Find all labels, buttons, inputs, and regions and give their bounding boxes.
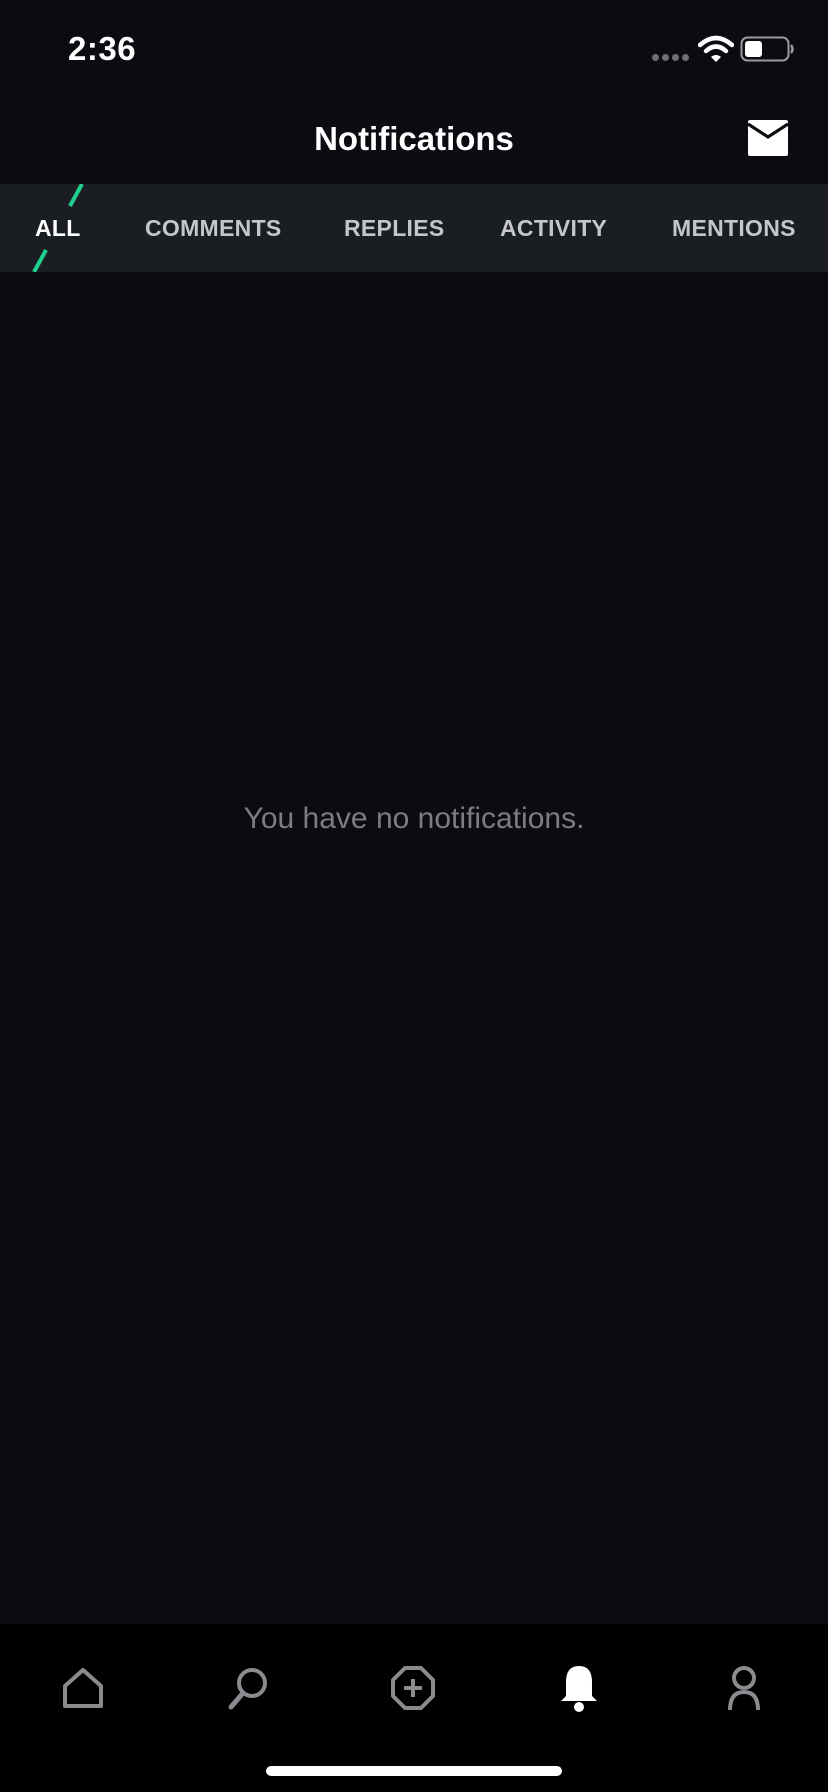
notifications-list: You have no notifications. (0, 272, 828, 1624)
cellular-signal-icon (652, 54, 689, 61)
tab-activity[interactable]: ACTIVITY (500, 184, 607, 272)
tab-mentions[interactable]: MENTIONS (672, 184, 796, 272)
page-title: Notifications (314, 120, 514, 157)
wifi-icon (698, 35, 734, 62)
tab-replies[interactable]: REPLIES (344, 184, 445, 272)
status-bar: 2:36 (0, 0, 828, 96)
profile-icon[interactable] (714, 1658, 774, 1718)
bell-icon[interactable] (549, 1658, 609, 1718)
bottom-navigation (0, 1624, 828, 1792)
envelope-icon[interactable] (748, 120, 788, 156)
tab-all[interactable]: ALL (35, 184, 81, 272)
create-post-icon[interactable] (383, 1658, 443, 1718)
search-icon[interactable] (219, 1658, 279, 1718)
battery-icon (740, 36, 794, 62)
notification-tabs: ALL COMMENTS REPLIES ACTIVITY MENTIONS (0, 184, 828, 272)
home-indicator (266, 1766, 562, 1776)
header: Notifications (0, 96, 828, 184)
empty-state-message: You have no notifications. (243, 802, 585, 835)
tab-comments[interactable]: COMMENTS (145, 184, 282, 272)
home-icon[interactable] (53, 1658, 113, 1718)
status-time: 2:36 (68, 30, 137, 67)
